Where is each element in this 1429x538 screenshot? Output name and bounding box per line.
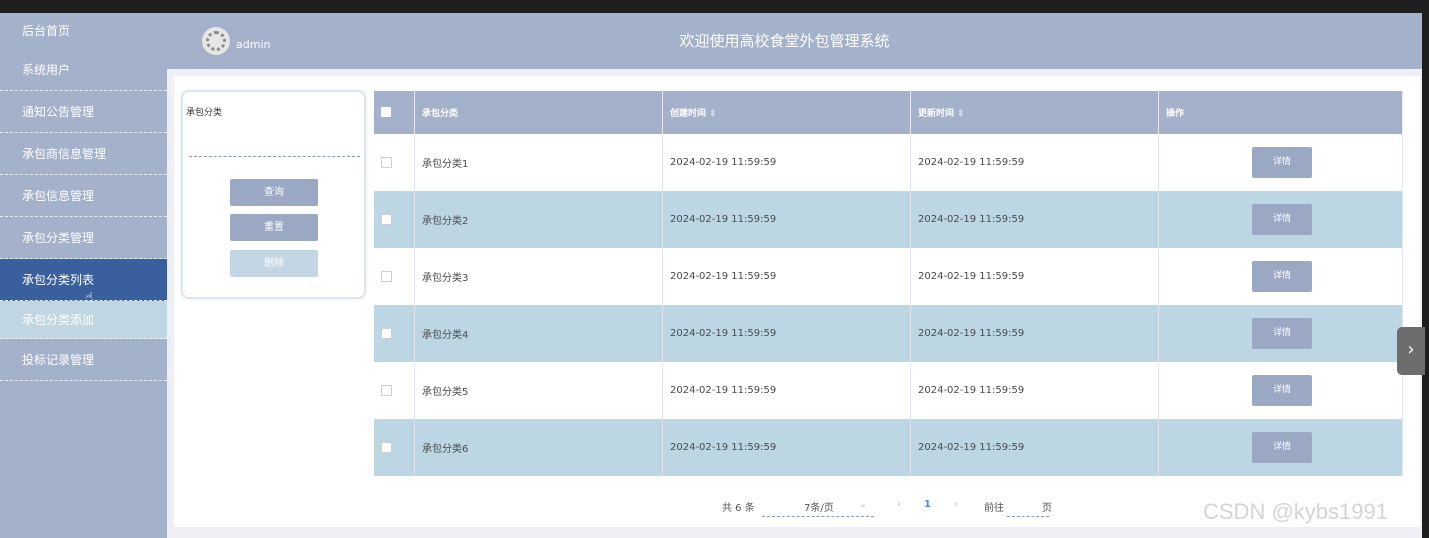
sidebar-item-contractor-info[interactable]: 承包商信息管理 xyxy=(0,133,167,175)
watermark: CSDN @kybs1991 xyxy=(1203,499,1388,524)
actions-cell: 详情 xyxy=(1158,134,1403,191)
column-header-actions: 操作 xyxy=(1158,91,1403,134)
main-content: 承包分类 查询 重置 删除 承包分类 创建时间 ⇕ 更新时间 ⇕ 操作 承包分类… xyxy=(174,76,1420,527)
updated-time-cell: 2024-02-19 11:59:59 xyxy=(910,419,1159,476)
category-cell: 承包分类3 xyxy=(414,248,663,305)
chevron-right-icon[interactable]: › xyxy=(1397,327,1425,375)
table-row: 承包分类5 2024-02-19 11:59:59 2024-02-19 11:… xyxy=(374,362,1403,419)
category-cell: 承包分类2 xyxy=(414,191,663,248)
row-checkbox[interactable] xyxy=(381,213,392,225)
actions-cell: 详情 xyxy=(1158,305,1403,362)
sidebar-item-notice[interactable]: 通知公告管理 xyxy=(0,91,167,133)
search-panel: 承包分类 查询 重置 删除 xyxy=(181,90,366,299)
app-window: 后台首页 系统用户 通知公告管理 承包商信息管理 承包信息管理 承包分类管理 承… xyxy=(0,13,1422,538)
actions-cell: 详情 xyxy=(1158,191,1403,248)
query-button[interactable]: 查询 xyxy=(230,179,318,206)
updated-time-cell: 2024-02-19 11:59:59 xyxy=(910,362,1159,419)
pagination-total: 共 6 条 xyxy=(722,503,755,514)
sidebar-item-category-add[interactable]: 承包分类添加 xyxy=(0,301,167,339)
delete-button[interactable]: 删除 xyxy=(230,250,318,277)
page-size-value: 7条/页 xyxy=(804,503,834,514)
page-title: 欢迎使用高校食堂外包管理系统 xyxy=(679,32,890,50)
detail-button[interactable]: 详情 xyxy=(1252,432,1312,463)
table-row: 承包分类4 2024-02-19 11:59:59 2024-02-19 11:… xyxy=(374,305,1403,362)
table-header-row: 承包分类 创建时间 ⇕ 更新时间 ⇕ 操作 xyxy=(374,91,1403,134)
category-search-input[interactable] xyxy=(189,132,360,157)
actions-cell: 详情 xyxy=(1158,362,1403,419)
sidebar-item-contract-info[interactable]: 承包信息管理 xyxy=(0,175,167,217)
table-row: 承包分类6 2024-02-19 11:59:59 2024-02-19 11:… xyxy=(374,419,1403,476)
page-label: 页 xyxy=(1042,503,1052,514)
sidebar: 后台首页 系统用户 通知公告管理 承包商信息管理 承包信息管理 承包分类管理 承… xyxy=(0,13,167,538)
sort-icon[interactable]: ⇕ xyxy=(709,109,717,119)
actions-cell: 详情 xyxy=(1158,248,1403,305)
prev-page-icon[interactable]: ‹ xyxy=(897,499,901,510)
row-checkbox[interactable] xyxy=(381,327,392,339)
detail-button[interactable]: 详情 xyxy=(1252,318,1312,349)
created-time-cell: 2024-02-19 11:59:59 xyxy=(662,191,911,248)
detail-button[interactable]: 详情 xyxy=(1252,204,1312,235)
created-time-cell: 2024-02-19 11:59:59 xyxy=(662,248,911,305)
row-checkbox-cell xyxy=(374,134,415,191)
detail-button[interactable]: 详情 xyxy=(1252,261,1312,292)
select-all-checkbox[interactable] xyxy=(381,107,391,118)
sidebar-item-category-list[interactable]: 承包分类列表 ☝ xyxy=(0,259,167,306)
column-header-category: 承包分类 xyxy=(414,91,663,134)
page-size-select[interactable]: 7条/页 ⌄ xyxy=(762,499,874,517)
sort-icon[interactable]: ⇕ xyxy=(957,109,965,119)
category-table: 承包分类 创建时间 ⇕ 更新时间 ⇕ 操作 承包分类1 2024-02-19 11:… xyxy=(374,91,1403,476)
column-header-label: 创建时间 xyxy=(670,109,707,119)
column-header-label: 更新时间 xyxy=(918,109,955,119)
sidebar-item-system-users[interactable]: 系统用户 xyxy=(0,49,167,91)
created-time-cell: 2024-02-19 11:59:59 xyxy=(662,305,911,362)
row-checkbox-cell xyxy=(374,419,415,476)
actions-cell: 详情 xyxy=(1158,419,1403,476)
column-header-updated[interactable]: 更新时间 ⇕ xyxy=(910,91,1159,134)
category-cell: 承包分类1 xyxy=(414,134,663,191)
sidebar-item-category-manage[interactable]: 承包分类管理 xyxy=(0,217,167,259)
created-time-cell: 2024-02-19 11:59:59 xyxy=(662,419,911,476)
updated-time-cell: 2024-02-19 11:59:59 xyxy=(910,248,1159,305)
top-header: admin 欢迎使用高校食堂外包管理系统 xyxy=(167,13,1422,69)
sidebar-item-label: 承包分类列表 xyxy=(22,273,95,287)
row-checkbox-cell xyxy=(374,191,415,248)
row-checkbox[interactable] xyxy=(381,156,392,168)
table-row: 承包分类1 2024-02-19 11:59:59 2024-02-19 11:… xyxy=(374,134,1403,191)
goto-label: 前往 xyxy=(984,503,1004,514)
sidebar-item-bid-records[interactable]: 投标记录管理 xyxy=(0,339,167,381)
current-page-number[interactable]: 1 xyxy=(924,499,931,510)
reset-button[interactable]: 重置 xyxy=(230,214,318,241)
created-time-cell: 2024-02-19 11:59:59 xyxy=(662,134,911,191)
row-checkbox[interactable] xyxy=(381,384,392,396)
updated-time-cell: 2024-02-19 11:59:59 xyxy=(910,305,1159,362)
sidebar-item-home[interactable]: 后台首页 xyxy=(0,13,167,49)
detail-button[interactable]: 详情 xyxy=(1252,375,1312,406)
updated-time-cell: 2024-02-19 11:59:59 xyxy=(910,191,1159,248)
category-cell: 承包分类4 xyxy=(414,305,663,362)
category-cell: 承包分类6 xyxy=(414,419,663,476)
hand-cursor-icon: ☝ xyxy=(85,290,94,306)
row-checkbox-cell xyxy=(374,362,415,419)
chevron-down-icon: ⌄ xyxy=(859,499,868,510)
next-page-icon[interactable]: › xyxy=(954,499,958,510)
detail-button[interactable]: 详情 xyxy=(1252,147,1312,178)
column-header-created[interactable]: 创建时间 ⇕ xyxy=(662,91,911,134)
row-checkbox-cell xyxy=(374,305,415,362)
select-all-cell xyxy=(374,91,415,134)
search-label: 承包分类 xyxy=(186,108,223,118)
row-checkbox[interactable] xyxy=(381,441,392,453)
table-row: 承包分类3 2024-02-19 11:59:59 2024-02-19 11:… xyxy=(374,248,1403,305)
table-row: 承包分类2 2024-02-19 11:59:59 2024-02-19 11:… xyxy=(374,191,1403,248)
row-checkbox-cell xyxy=(374,248,415,305)
created-time-cell: 2024-02-19 11:59:59 xyxy=(662,362,911,419)
category-cell: 承包分类5 xyxy=(414,362,663,419)
updated-time-cell: 2024-02-19 11:59:59 xyxy=(910,134,1159,191)
row-checkbox[interactable] xyxy=(381,270,392,282)
